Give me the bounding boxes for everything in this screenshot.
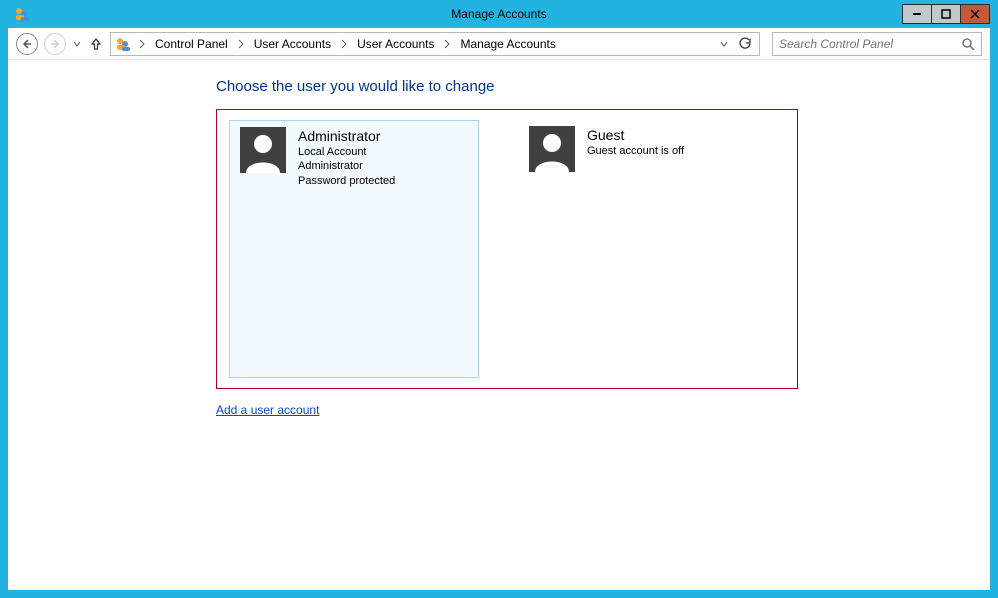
window-title: Manage Accounts xyxy=(8,7,990,21)
close-button[interactable] xyxy=(960,4,990,24)
account-name: Guest xyxy=(587,126,684,144)
user-accounts-icon xyxy=(115,36,131,52)
account-tile-guest[interactable]: Guest Guest account is off xyxy=(519,120,769,378)
app-icon xyxy=(14,6,30,22)
chevron-right-icon[interactable] xyxy=(234,33,248,55)
window-frame: Manage Accounts xyxy=(0,0,998,598)
add-user-link[interactable]: Add a user account xyxy=(216,403,319,417)
page-heading: Choose the user you would like to change xyxy=(216,78,798,95)
account-info: Administrator Local Account Administrato… xyxy=(298,127,395,188)
address-dropdown[interactable] xyxy=(715,33,733,55)
forward-button[interactable] xyxy=(44,33,66,55)
content-area: Choose the user you would like to change… xyxy=(8,60,990,417)
accounts-list: Administrator Local Account Administrato… xyxy=(216,109,798,389)
account-tile-administrator[interactable]: Administrator Local Account Administrato… xyxy=(229,120,479,378)
account-type: Local Account xyxy=(298,145,395,159)
search-box[interactable] xyxy=(772,32,982,56)
back-button[interactable] xyxy=(16,33,38,55)
breadcrumb-user-accounts-2[interactable]: User Accounts xyxy=(351,33,440,55)
navigation-bar: Control Panel User Accounts User Account… xyxy=(8,28,990,60)
account-status: Guest account is off xyxy=(587,144,684,158)
maximize-button[interactable] xyxy=(931,4,961,24)
window-controls xyxy=(903,4,990,24)
minimize-button[interactable] xyxy=(902,4,932,24)
chevron-right-icon[interactable] xyxy=(440,33,454,55)
avatar-icon xyxy=(240,127,286,173)
account-role: Administrator xyxy=(298,159,395,173)
account-info: Guest Guest account is off xyxy=(587,126,684,158)
breadcrumb-manage-accounts[interactable]: Manage Accounts xyxy=(454,33,561,55)
refresh-button[interactable] xyxy=(735,33,755,55)
recent-locations-dropdown[interactable] xyxy=(72,36,82,52)
breadcrumb-control-panel[interactable]: Control Panel xyxy=(149,33,234,55)
search-icon[interactable] xyxy=(961,37,975,51)
breadcrumb-user-accounts[interactable]: User Accounts xyxy=(248,33,337,55)
avatar-icon xyxy=(529,126,575,172)
account-name: Administrator xyxy=(298,127,395,145)
chevron-right-icon[interactable] xyxy=(337,33,351,55)
account-password-status: Password protected xyxy=(298,174,395,188)
up-button[interactable] xyxy=(88,36,104,52)
chevron-right-icon[interactable] xyxy=(135,33,149,55)
address-bar[interactable]: Control Panel User Accounts User Account… xyxy=(110,32,760,56)
titlebar: Manage Accounts xyxy=(8,0,990,28)
search-input[interactable] xyxy=(779,37,961,51)
